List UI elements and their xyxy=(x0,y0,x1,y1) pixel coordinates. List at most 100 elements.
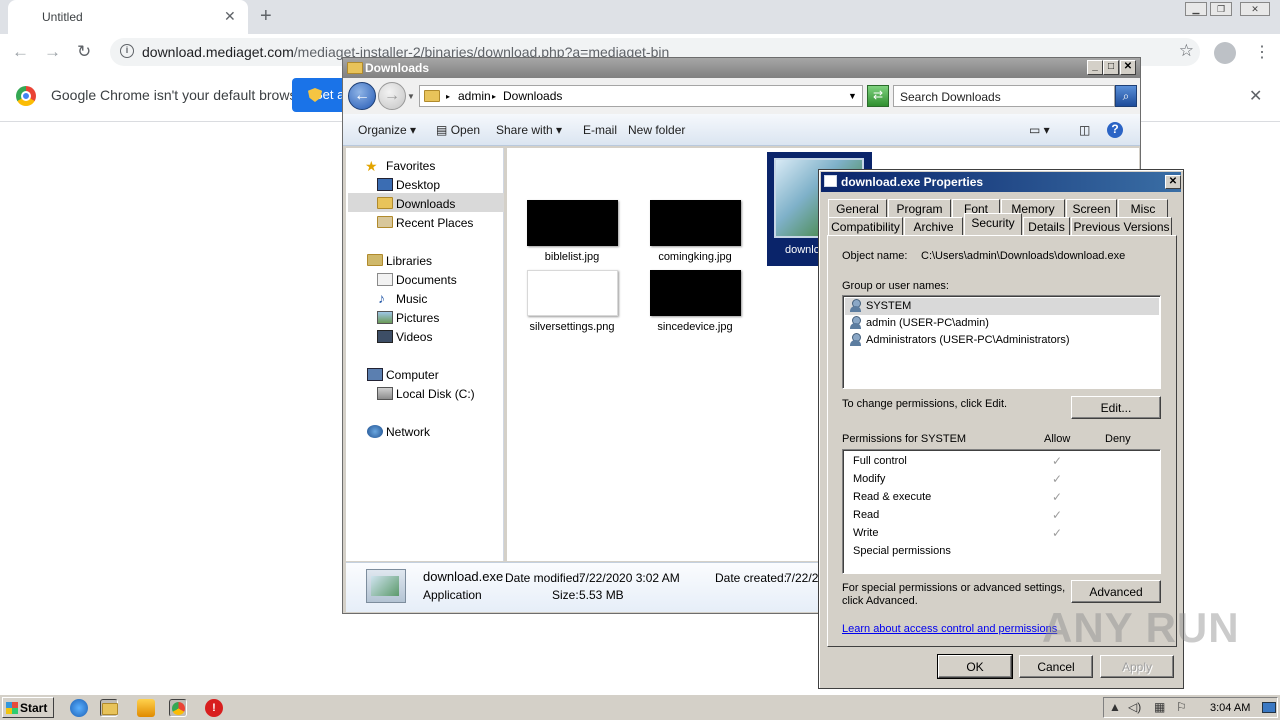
show-desktop-icon[interactable] xyxy=(1262,702,1276,713)
crumb-admin[interactable]: admin xyxy=(458,89,491,103)
minimize-icon[interactable]: ▁ xyxy=(1185,2,1207,16)
allow-check-icon: ✓ xyxy=(1052,454,1063,468)
user-row[interactable]: Administrators (USER-PC\Administrators) xyxy=(866,334,1070,346)
explorer-search-input[interactable]: Search Downloads xyxy=(893,85,1115,107)
selected-file-name: downlo xyxy=(785,244,820,256)
explorer-address-box[interactable]: ▸ admin ▸ Downloads ▼ xyxy=(419,85,863,107)
ok-button[interactable]: OK xyxy=(937,654,1013,679)
internet-explorer-icon[interactable] xyxy=(70,699,88,717)
clock[interactable]: 3:04 AM xyxy=(1210,702,1250,714)
computer-icon xyxy=(367,368,383,381)
profile-avatar[interactable] xyxy=(1214,42,1236,64)
forward-arrow-icon[interactable]: → xyxy=(44,42,61,62)
restore-icon[interactable]: ❐ xyxy=(1210,2,1232,16)
share-with-label: Share with xyxy=(496,123,553,137)
email-button[interactable]: E-mail xyxy=(583,123,617,137)
file-name[interactable]: sincedevice.jpg xyxy=(635,321,755,333)
volume-icon[interactable]: ◁) xyxy=(1128,700,1141,714)
properties-titlebar[interactable]: download.exe Properties ✕ xyxy=(821,172,1181,192)
security-tab-panel: Object name: C:\Users\admin\Downloads\do… xyxy=(827,235,1177,647)
nav-computer[interactable]: Computer xyxy=(386,368,439,382)
file-thumbnail[interactable] xyxy=(650,270,741,316)
open-label: Open xyxy=(450,123,481,137)
explorer-maximize-button[interactable]: □ xyxy=(1103,60,1119,75)
tab-compatibility[interactable]: Compatibility xyxy=(828,217,903,235)
tab-security[interactable]: Security xyxy=(964,213,1022,235)
tab-archive[interactable]: Archive xyxy=(904,217,963,235)
preview-pane-icon[interactable]: ◫ xyxy=(1079,123,1090,137)
info-icon[interactable]: i xyxy=(120,44,134,58)
tab-details[interactable]: Details xyxy=(1023,217,1070,235)
nav-favorites[interactable]: Favorites xyxy=(386,159,435,173)
user-row[interactable]: admin (USER-PC\admin) xyxy=(866,317,989,329)
tab-program[interactable]: Program xyxy=(888,199,951,217)
nav-music[interactable]: Music xyxy=(396,292,427,306)
users-listbox[interactable]: SYSTEM admin (USER-PC\admin) Administrat… xyxy=(842,295,1161,389)
tab-general[interactable]: General xyxy=(828,199,887,217)
reload-icon[interactable]: ↻ xyxy=(77,42,91,62)
view-options-icon[interactable]: ▭ ▾ xyxy=(1029,123,1050,137)
user-row[interactable]: SYSTEM xyxy=(866,300,911,312)
explorer-back-button[interactable]: ← xyxy=(348,82,376,110)
chrome-tab[interactable]: Untitled ✕ xyxy=(8,0,248,34)
nav-recent-places[interactable]: Recent Places xyxy=(396,216,473,230)
help-icon[interactable]: ? xyxy=(1107,122,1123,138)
nav-pictures[interactable]: Pictures xyxy=(396,311,439,325)
media-player-icon[interactable] xyxy=(137,699,155,717)
start-button[interactable]: Start xyxy=(2,697,54,718)
close-window-icon[interactable]: ✕ xyxy=(1240,2,1270,16)
folder-icon xyxy=(102,703,118,715)
tab-misc[interactable]: Misc xyxy=(1118,199,1168,217)
history-dropdown-icon[interactable]: ▼ xyxy=(407,92,415,101)
open-button[interactable]: ▤ Open xyxy=(436,123,480,137)
nav-documents[interactable]: Documents xyxy=(396,273,457,287)
nav-network[interactable]: Network xyxy=(386,425,430,439)
nav-videos[interactable]: Videos xyxy=(396,330,432,344)
new-tab-icon[interactable]: + xyxy=(260,5,272,28)
cancel-button[interactable]: Cancel xyxy=(1019,655,1093,678)
chrome-taskbar-icon[interactable] xyxy=(169,699,187,717)
chrome-menu-icon[interactable]: ⋮ xyxy=(1254,42,1270,62)
explorer-forward-button[interactable]: → xyxy=(378,82,406,110)
file-name[interactable]: silversettings.png xyxy=(512,321,632,333)
tab-previous-versions[interactable]: Previous Versions xyxy=(1071,217,1172,235)
tab-close-icon[interactable]: ✕ xyxy=(224,8,236,25)
infobar-close-icon[interactable]: ✕ xyxy=(1249,86,1262,106)
crumb-sep-icon: ▸ xyxy=(492,92,497,101)
tray-expand-icon[interactable]: ▲ xyxy=(1109,700,1121,714)
new-folder-button[interactable]: New folder xyxy=(628,123,685,137)
file-thumbnail[interactable] xyxy=(527,200,618,246)
network-tray-icon[interactable]: ▦ xyxy=(1154,700,1165,714)
file-name[interactable]: biblelist.jpg xyxy=(512,251,632,263)
file-name[interactable]: comingking.jpg xyxy=(635,251,755,263)
nav-local-disk[interactable]: Local Disk (C:) xyxy=(396,387,475,401)
advanced-button[interactable]: Advanced xyxy=(1071,580,1161,603)
learn-access-control-link[interactable]: Learn about access control and permissio… xyxy=(842,623,1057,635)
permission-name: Read & execute xyxy=(853,491,932,503)
organize-button[interactable]: Organize ▾ xyxy=(358,123,416,137)
explorer-minimize-button[interactable]: _ xyxy=(1087,60,1103,75)
apply-button[interactable]: Apply xyxy=(1100,655,1174,678)
edit-button[interactable]: Edit... xyxy=(1071,396,1161,419)
file-thumbnail[interactable] xyxy=(650,200,741,246)
back-arrow-icon[interactable]: ← xyxy=(12,42,29,62)
tab-screen[interactable]: Screen xyxy=(1066,199,1117,217)
nav-desktop[interactable]: Desktop xyxy=(396,178,440,192)
action-center-flag-icon[interactable]: ⚐ xyxy=(1176,700,1187,714)
nav-downloads[interactable]: Downloads xyxy=(396,197,455,211)
network-icon xyxy=(367,425,383,438)
address-dropdown-icon[interactable]: ▼ xyxy=(848,91,857,101)
nav-libraries[interactable]: Libraries xyxy=(386,254,432,268)
search-icon[interactable]: ⌕ xyxy=(1115,85,1137,107)
crumb-downloads[interactable]: Downloads xyxy=(503,89,562,103)
file-thumbnail[interactable] xyxy=(527,270,618,316)
explorer-close-button[interactable]: ✕ xyxy=(1120,60,1136,75)
share-with-button[interactable]: Share with ▾ xyxy=(496,123,562,137)
stop-sign-icon[interactable]: ! xyxy=(205,699,223,717)
properties-close-button[interactable]: ✕ xyxy=(1165,175,1181,189)
infobar-message: Google Chrome isn't your default browser xyxy=(51,87,309,103)
bookmark-star-icon[interactable]: ☆ xyxy=(1179,41,1194,61)
explorer-refresh-icon[interactable]: ⇄ xyxy=(867,85,889,107)
explorer-taskbar-icon[interactable] xyxy=(100,699,118,717)
explorer-titlebar[interactable]: Downloads _ □ ✕ xyxy=(343,58,1140,78)
